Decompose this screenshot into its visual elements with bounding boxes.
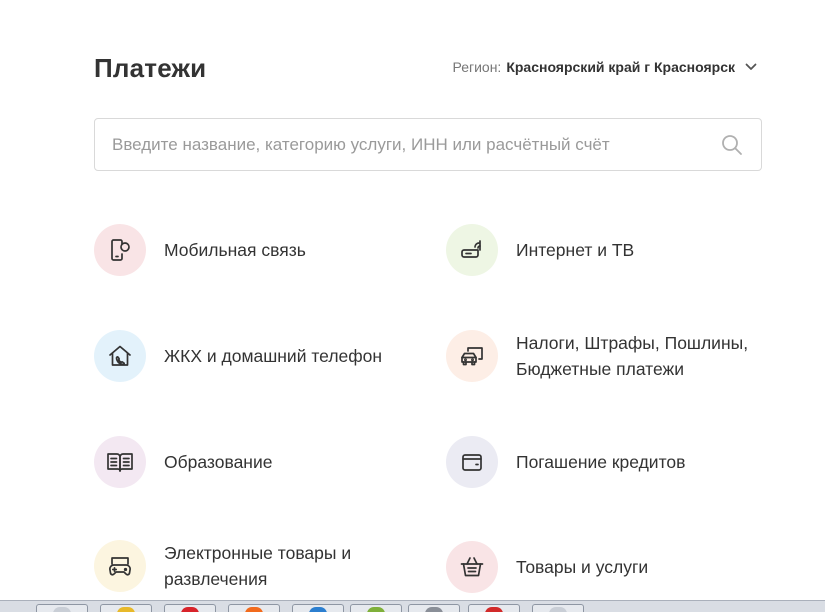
category-goods-services[interactable]: Товары и услуги bbox=[446, 541, 648, 593]
category-internet-tv[interactable]: Интернет и ТВ bbox=[446, 224, 634, 276]
window-icon bbox=[53, 607, 71, 612]
category-housing[interactable]: ЖКХ и домашний телефон bbox=[94, 330, 382, 382]
search-input[interactable] bbox=[95, 119, 695, 170]
category-label: Интернет и ТВ bbox=[516, 240, 635, 260]
taskbar-app-spreadsheet[interactable] bbox=[350, 604, 402, 612]
folder-icon bbox=[117, 607, 135, 612]
category-mobile[interactable]: Мобильная связь bbox=[94, 224, 306, 276]
router-icon bbox=[446, 224, 498, 276]
taskbar-app-opera[interactable] bbox=[164, 604, 216, 612]
search-box bbox=[94, 118, 762, 171]
category-label: ЖКХ и домашний телефон bbox=[164, 346, 383, 366]
search-icon[interactable] bbox=[721, 134, 743, 161]
taskbar-app-window[interactable] bbox=[36, 604, 88, 612]
window-icon bbox=[549, 607, 567, 612]
mobile-phone-icon bbox=[94, 224, 146, 276]
spreadsheet-icon bbox=[367, 607, 385, 612]
opera-icon bbox=[181, 607, 199, 612]
region-value: Красноярский край г Красноярск bbox=[506, 59, 735, 75]
region-label: Регион: bbox=[452, 59, 502, 75]
car-document-icon bbox=[446, 330, 498, 382]
taskbar-app-window-2[interactable] bbox=[532, 604, 584, 612]
category-digital-goods[interactable]: Электронные товары и развлечения bbox=[94, 540, 351, 592]
taskbar-app-edge[interactable] bbox=[292, 604, 344, 612]
category-loans[interactable]: Погашение кредитов bbox=[446, 436, 685, 488]
browser-icon bbox=[245, 607, 263, 612]
taskbar-app-tool[interactable] bbox=[408, 604, 460, 612]
media-icon bbox=[485, 607, 503, 612]
category-label: Электронные товары и развлечения bbox=[164, 543, 352, 589]
gamepad-icon bbox=[94, 540, 146, 592]
wallet-icon bbox=[446, 436, 498, 488]
tool-icon bbox=[425, 607, 443, 612]
taskbar bbox=[0, 600, 825, 612]
basket-icon bbox=[446, 541, 498, 593]
taskbar-app-media[interactable] bbox=[468, 604, 520, 612]
category-label: Мобильная связь bbox=[164, 240, 306, 260]
category-label: Товары и услуги bbox=[516, 557, 649, 577]
taskbar-app-folder[interactable] bbox=[100, 604, 152, 612]
category-label: Погашение кредитов bbox=[516, 452, 686, 472]
category-label: Образование bbox=[164, 452, 273, 472]
category-label: Налоги, Штрафы, Пошлины, Бюджетные плате… bbox=[516, 333, 749, 379]
house-phone-icon bbox=[94, 330, 146, 382]
taskbar-app-browser[interactable] bbox=[228, 604, 280, 612]
edge-icon bbox=[309, 607, 327, 612]
category-taxes-fines[interactable]: Налоги, Штрафы, Пошлины, Бюджетные плате… bbox=[446, 330, 748, 382]
page-title: Платежи bbox=[94, 53, 207, 83]
chevron-down-icon bbox=[745, 63, 757, 71]
region-selector[interactable]: Регион: Красноярский край г Красноярск bbox=[452, 59, 757, 75]
category-education[interactable]: Образование bbox=[94, 436, 272, 488]
payments-page: Платежи Регион: Красноярский край г Крас… bbox=[0, 0, 825, 600]
book-icon bbox=[94, 436, 146, 488]
